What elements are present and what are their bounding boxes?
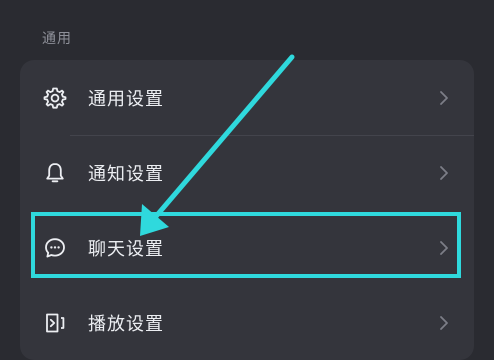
playback-settings-label: 播放设置 xyxy=(88,314,164,335)
general-settings-label: 通用设置 xyxy=(88,89,164,110)
notification-settings-item[interactable]: 通知设置 xyxy=(20,136,474,210)
chat-bubble-icon xyxy=(42,235,68,261)
bell-icon xyxy=(42,160,68,186)
play-settings-icon xyxy=(42,310,68,336)
chevron-right-icon xyxy=(440,241,448,255)
gear-icon xyxy=(42,85,68,111)
chat-settings-label: 聊天设置 xyxy=(88,239,164,260)
notification-settings-label: 通知设置 xyxy=(88,164,164,185)
general-settings-item[interactable]: 通用设置 xyxy=(20,61,474,135)
chevron-right-icon xyxy=(440,166,448,180)
chevron-right-icon xyxy=(440,316,448,330)
chevron-right-icon xyxy=(440,91,448,105)
section-title: 通用 xyxy=(42,31,72,47)
chat-settings-item[interactable]: 聊天设置 xyxy=(20,211,474,285)
playback-settings-item[interactable]: 播放设置 xyxy=(20,286,474,360)
